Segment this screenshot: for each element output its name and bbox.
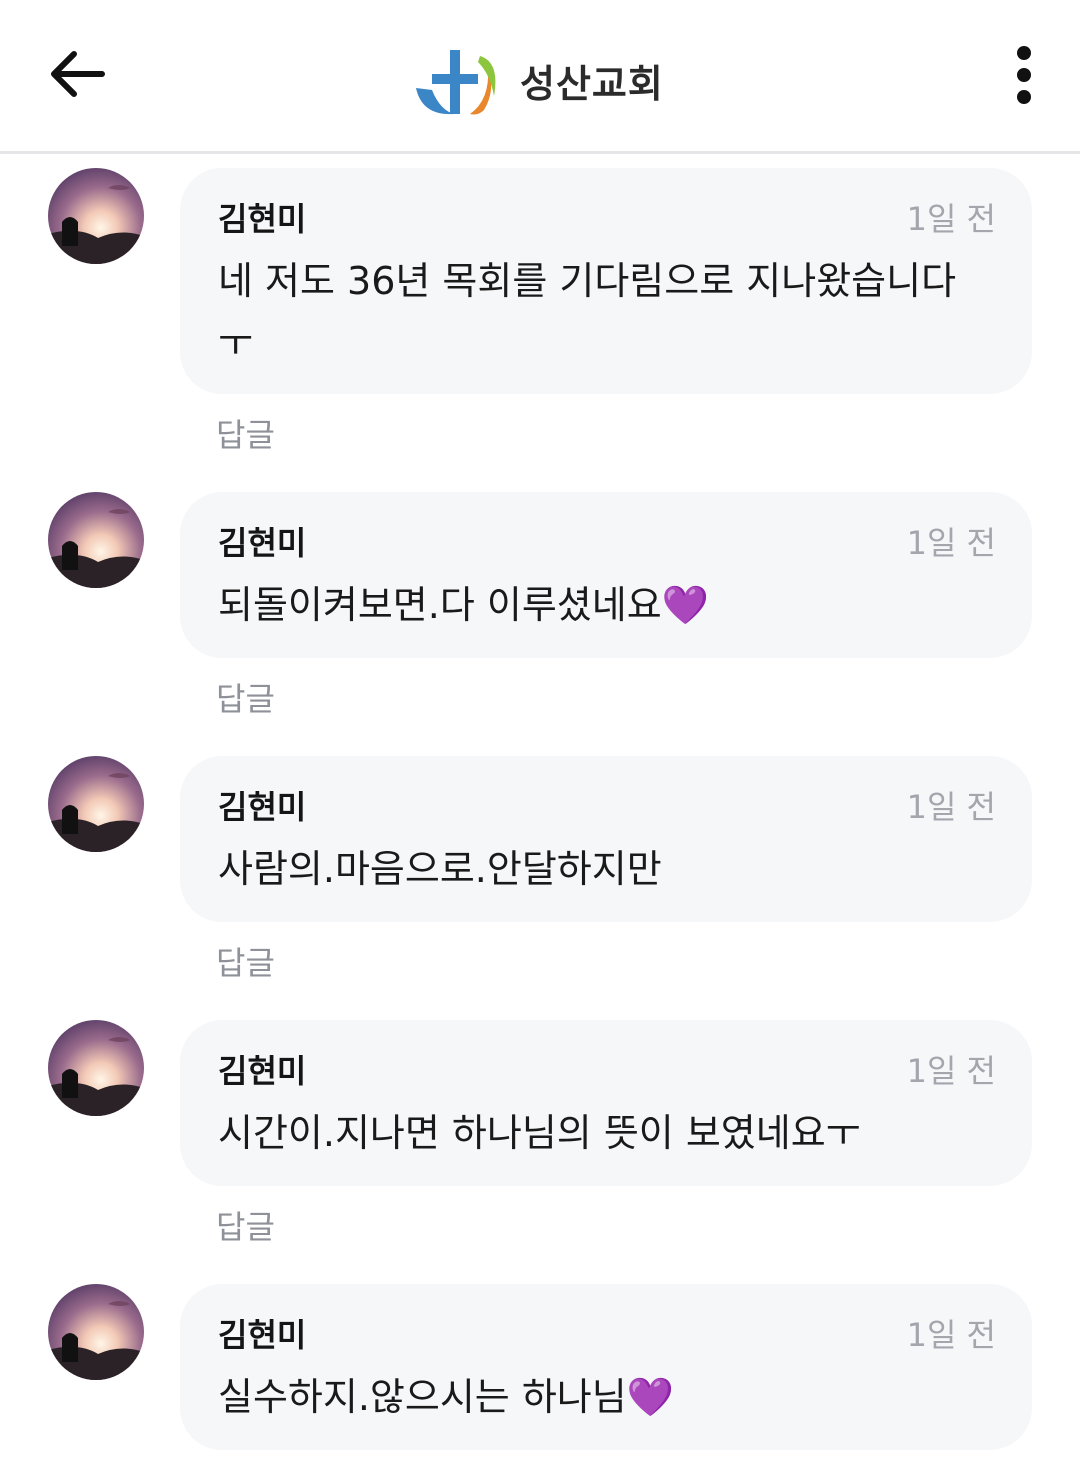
- avatar[interactable]: [48, 1284, 144, 1380]
- reply-button[interactable]: 답글: [216, 938, 275, 984]
- back-arrow-icon: [51, 51, 105, 97]
- comment-bubble: 김현미 1일 전 사람의.마음으로.안달하지만: [180, 756, 1032, 922]
- comment-timestamp: 1일 전: [906, 788, 996, 826]
- comments-screen: 성산교회 김현미 1일 전 네 저도 36년 목회를 기다림으로 지나왔습니다 …: [0, 0, 1080, 1473]
- sunset-photo-icon: [48, 1284, 144, 1380]
- comment-text: 되돌이켜보면.다 이루셨네요💜: [218, 583, 709, 627]
- avatar[interactable]: [48, 756, 144, 852]
- top-app-bar: 성산교회: [0, 0, 1080, 154]
- comment-author[interactable]: 김현미: [218, 1046, 306, 1092]
- comment-item: 김현미 1일 전 네 저도 36년 목회를 기다림으로 지나왔습니다 ㅜ 답글: [0, 168, 1080, 468]
- comment-bubble: 김현미 1일 전 시간이.지나면 하나님의 뜻이 보였네요ㅜ: [180, 1020, 1032, 1186]
- church-logo: [416, 50, 496, 115]
- comment-text: 시간이.지나면 하나님의 뜻이 보였네요ㅜ: [218, 1111, 861, 1155]
- comment-item: 김현미 1일 전 실수하지.않으시는 하나님💜: [0, 1284, 1080, 1473]
- comment-timestamp: 1일 전: [906, 1316, 996, 1354]
- sunset-photo-icon: [48, 1020, 144, 1116]
- comment-bubble: 김현미 1일 전 네 저도 36년 목회를 기다림으로 지나왔습니다 ㅜ: [180, 168, 1032, 394]
- comment-text: 사람의.마음으로.안달하지만: [218, 847, 662, 891]
- comment-author[interactable]: 김현미: [218, 1310, 306, 1356]
- comment-bubble: 김현미 1일 전 실수하지.않으시는 하나님💜: [180, 1284, 1032, 1450]
- comment-timestamp: 1일 전: [906, 200, 996, 238]
- avatar[interactable]: [48, 492, 144, 588]
- comment-item: 김현미 1일 전 사람의.마음으로.안달하지만 답글: [0, 756, 1080, 996]
- comment-timestamp: 1일 전: [906, 524, 996, 562]
- more-vert-icon: [1017, 68, 1031, 82]
- reply-button[interactable]: 답글: [216, 674, 275, 720]
- more-vert-icon: [1017, 46, 1031, 60]
- comment-timestamp: 1일 전: [906, 1052, 996, 1090]
- more-options-button[interactable]: [996, 40, 1052, 110]
- sunset-photo-icon: [48, 168, 144, 264]
- sunset-photo-icon: [48, 756, 144, 852]
- church-brand: 성산교회: [410, 40, 664, 120]
- back-button[interactable]: [38, 36, 114, 112]
- comment-item: 김현미 1일 전 시간이.지나면 하나님의 뜻이 보였네요ㅜ 답글: [0, 1020, 1080, 1260]
- reply-button[interactable]: 답글: [216, 1202, 275, 1248]
- avatar[interactable]: [48, 1020, 144, 1116]
- sunset-photo-icon: [48, 492, 144, 588]
- avatar[interactable]: [48, 168, 144, 264]
- comment-item: 김현미 1일 전 되돌이켜보면.다 이루셨네요💜 답글: [0, 492, 1080, 732]
- comment-author[interactable]: 김현미: [218, 194, 306, 240]
- church-name: 성산교회: [520, 61, 664, 106]
- more-vert-icon: [1017, 90, 1031, 104]
- comment-text: 실수하지.않으시는 하나님💜: [218, 1375, 675, 1419]
- comment-author[interactable]: 김현미: [218, 782, 306, 828]
- comment-author[interactable]: 김현미: [218, 518, 306, 564]
- comment-bubble: 김현미 1일 전 되돌이켜보면.다 이루셨네요💜: [180, 492, 1032, 658]
- reply-button[interactable]: 답글: [216, 410, 275, 456]
- comment-text: 네 저도 36년 목회를 기다림으로 지나왔습니다 ㅜ: [218, 259, 957, 365]
